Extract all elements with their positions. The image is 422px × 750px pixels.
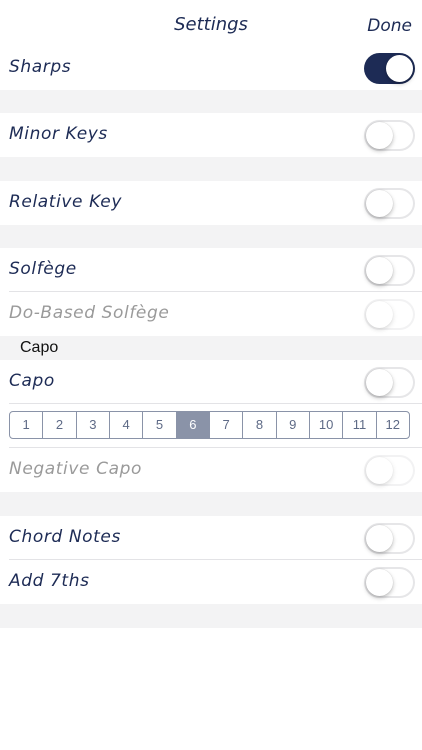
row-negative-capo: Negative Capo [0, 448, 422, 492]
relative-key-toggle[interactable] [364, 188, 415, 219]
toggle-knob [366, 525, 393, 552]
add-7ths-toggle[interactable] [364, 567, 415, 598]
row-add-7ths: Add 7ths [0, 560, 422, 604]
row-capo: Capo [0, 360, 422, 404]
negative-capo-toggle[interactable] [364, 455, 415, 486]
group-spacer [0, 604, 422, 628]
capo-section-header: Capo [20, 339, 59, 356]
capo-segment-8[interactable]: 8 [243, 412, 277, 438]
navigation-bar: Settings Done [0, 0, 422, 48]
toggle-knob [366, 190, 393, 217]
capo-section-background [0, 336, 422, 360]
row-do-based-solfege: Do-Based Solfège [0, 292, 422, 336]
capo-segment-3[interactable]: 3 [77, 412, 110, 438]
negative-capo-label: Negative Capo [9, 459, 142, 479]
chord-notes-label: Chord Notes [9, 527, 121, 547]
sharps-toggle[interactable] [364, 53, 415, 84]
solfege-label: Solfège [9, 259, 77, 279]
page-title: Settings [174, 14, 248, 35]
row-divider [9, 403, 422, 404]
capo-segment-7[interactable]: 7 [210, 412, 244, 438]
toggle-knob [386, 55, 413, 82]
capo-segment-1[interactable]: 1 [10, 412, 44, 438]
group-spacer [0, 90, 422, 113]
add-7ths-label: Add 7ths [9, 571, 90, 591]
capo-segment-4[interactable]: 4 [110, 412, 144, 438]
capo-segment-11[interactable]: 11 [343, 412, 377, 438]
toggle-knob [366, 457, 393, 484]
group-spacer [0, 157, 422, 181]
row-solfege: Solfège [0, 248, 422, 292]
toggle-knob [366, 369, 393, 396]
capo-fret-segmented-control: 1 2 3 4 5 6 7 8 9 10 11 12 [9, 411, 410, 439]
row-minor-keys: Minor Keys [0, 113, 422, 157]
group-spacer [0, 225, 422, 248]
capo-segment-6[interactable]: 6 [176, 412, 210, 438]
capo-segment-10[interactable]: 10 [310, 412, 344, 438]
sharps-label: Sharps [9, 57, 72, 77]
capo-segment-5[interactable]: 5 [143, 412, 177, 438]
solfege-toggle[interactable] [364, 255, 415, 286]
group-spacer [0, 492, 422, 516]
do-based-solfege-label: Do-Based Solfège [9, 303, 170, 323]
relative-key-label: Relative Key [9, 192, 122, 212]
capo-toggle[interactable] [364, 367, 415, 398]
done-button[interactable]: Done [367, 16, 412, 36]
toggle-knob [366, 257, 393, 284]
do-based-solfege-toggle[interactable] [364, 299, 415, 330]
row-sharps: Sharps [0, 46, 422, 90]
minor-keys-toggle[interactable] [364, 120, 415, 151]
row-chord-notes: Chord Notes [0, 516, 422, 560]
toggle-knob [366, 569, 393, 596]
toggle-knob [366, 301, 393, 328]
capo-segment-12[interactable]: 12 [377, 412, 409, 438]
toggle-knob [366, 122, 393, 149]
row-relative-key: Relative Key [0, 181, 422, 225]
capo-segment-2[interactable]: 2 [43, 412, 77, 438]
capo-label: Capo [9, 371, 55, 391]
capo-segment-9[interactable]: 9 [277, 412, 310, 438]
minor-keys-label: Minor Keys [9, 124, 108, 144]
chord-notes-toggle[interactable] [364, 523, 415, 554]
